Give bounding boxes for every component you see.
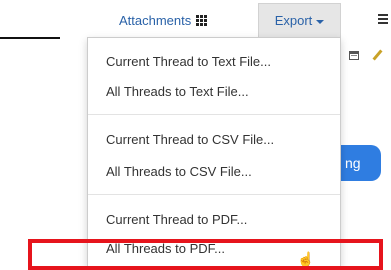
hand-cursor-icon: ☝ [297,251,315,267]
export-label: Export [274,13,313,28]
menu-item-current-thread-text[interactable]: Current Thread to Text File... [106,54,271,69]
menu-item-all-threads-text[interactable]: All Threads to Text File... [106,84,249,99]
attachments-label: Attachments [119,12,192,28]
chat-bubble: ng [341,145,381,181]
menu-item-current-thread-csv[interactable]: Current Thread to CSV File... [106,132,274,147]
grid-icon [196,14,208,26]
export-dropdown-menu: Current Thread to Text File... All Threa… [87,37,341,267]
attachments-button[interactable]: Attachments [119,10,208,30]
menu-divider [88,194,340,195]
top-divider [0,37,60,39]
caret-down-icon [316,19,325,24]
calendar-icon[interactable] [349,51,359,60]
export-button[interactable]: Export [258,3,341,37]
menu-item-all-threads-csv[interactable]: All Threads to CSV File... [106,164,252,179]
hamburger-icon[interactable] [378,14,388,26]
chat-bubble-text: ng [345,155,361,171]
menu-item-current-thread-pdf[interactable]: Current Thread to PDF... [106,212,247,227]
menu-divider [88,114,340,115]
